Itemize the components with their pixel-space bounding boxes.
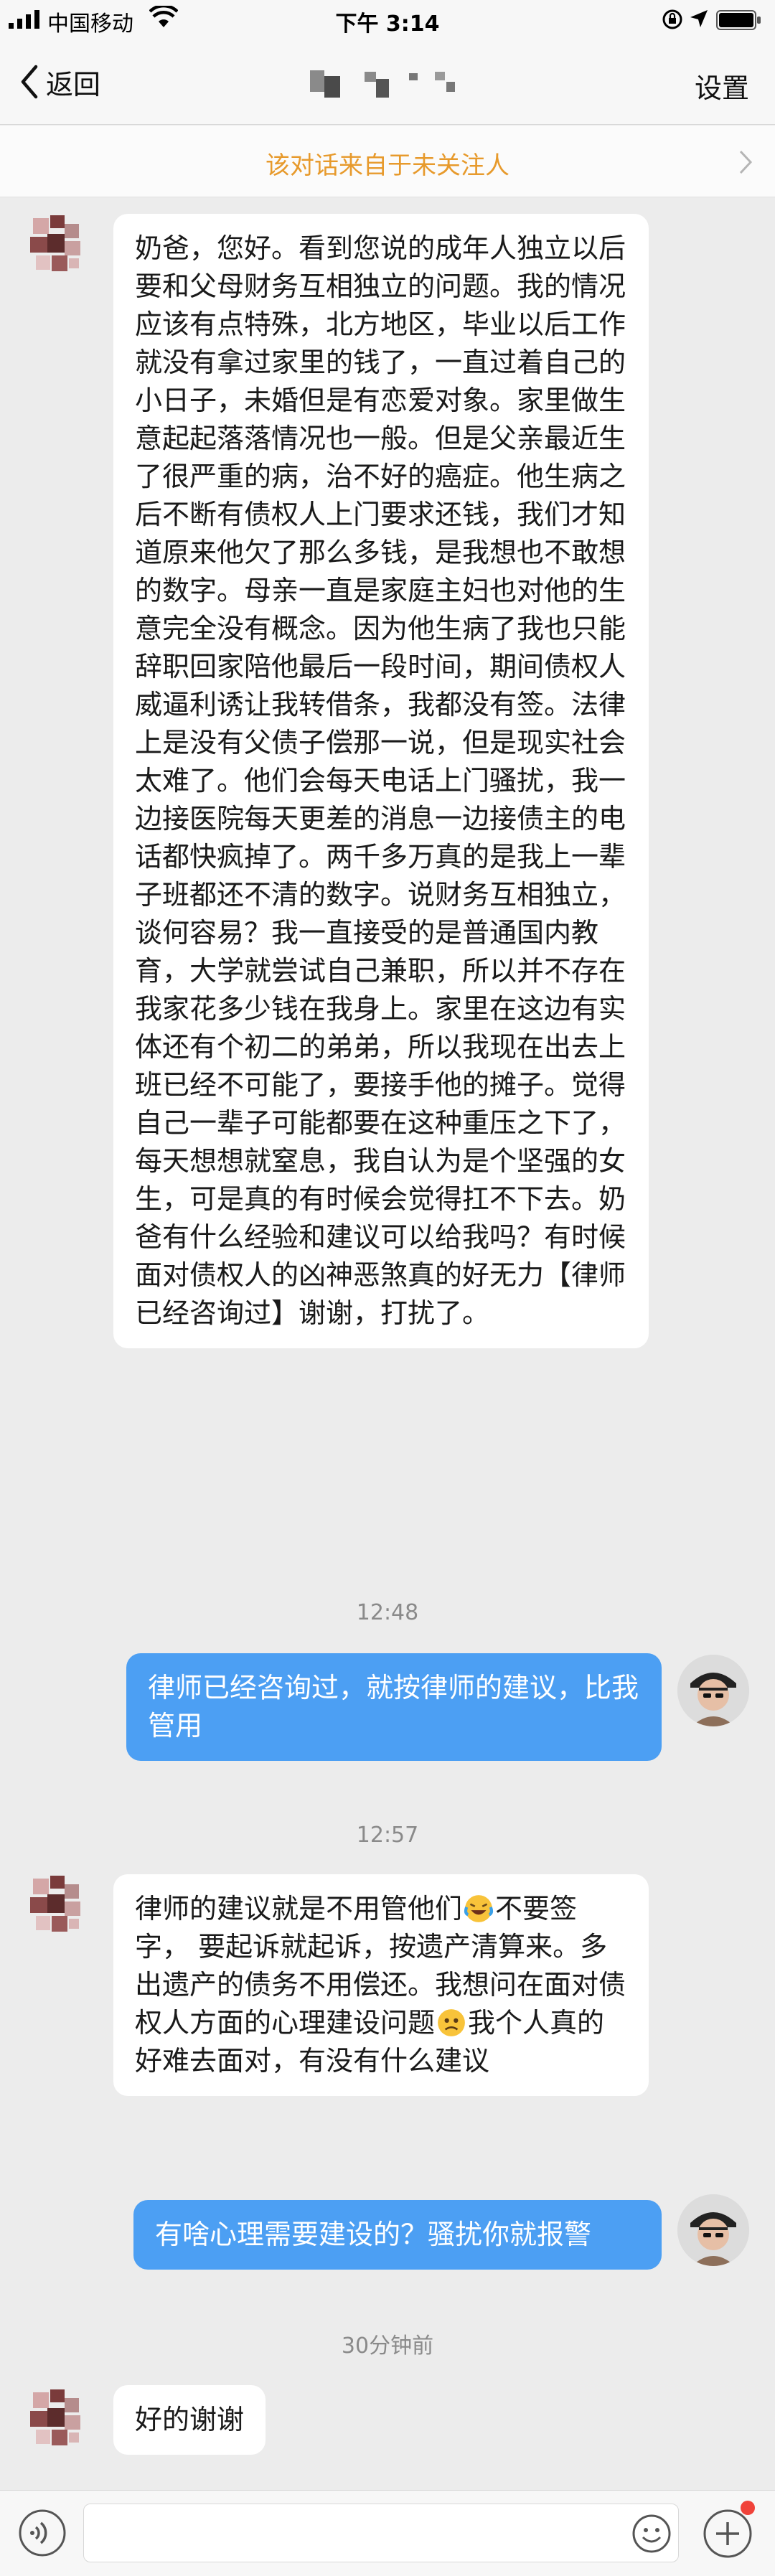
- battery-icon: [716, 10, 761, 30]
- navigation-bar: 返回 设置: [0, 40, 775, 125]
- message-bubble-incoming[interactable]: 好的谢谢: [113, 2385, 266, 2455]
- notice-text: 该对话来自于未关注人: [266, 151, 509, 180]
- message-timestamp: 12:48: [356, 1600, 419, 1625]
- avatar-person-image: [677, 2194, 749, 2266]
- message-bubble-incoming[interactable]: 律师的建议就是不用管他们 不要签字， 要起诉就起诉，按遗产清算来。多出遗产的债务…: [113, 1874, 649, 2096]
- contact-avatar[interactable]: [20, 1868, 92, 1940]
- message-timestamp: 12:57: [356, 1823, 419, 1848]
- own-avatar[interactable]: [677, 2194, 749, 2266]
- notification-dot: [741, 2501, 755, 2515]
- message-bubble-outgoing[interactable]: 律师已经咨询过，就按律师的建议，比我管用: [126, 1653, 662, 1761]
- contact-avatar[interactable]: [20, 2382, 92, 2454]
- rotation-lock-icon: [662, 9, 682, 29]
- back-button[interactable]: 返回: [19, 60, 100, 103]
- own-avatar[interactable]: [677, 1655, 749, 1726]
- contact-avatar[interactable]: [20, 208, 92, 280]
- message-text: 有啥心理需要建设的？骚扰你就报警: [155, 2219, 592, 2250]
- voice-input-icon[interactable]: [17, 2508, 67, 2558]
- contact-name-redacted: [309, 69, 481, 98]
- message-text-part1: 律师的建议就是不用管他们: [135, 1893, 463, 1924]
- message-input-bar: [0, 2490, 775, 2576]
- message-bubble-incoming[interactable]: 奶爸，您好。看到您说的成年人独立以后要和父母财务互相独立的问题。我的情况应该有点…: [113, 214, 649, 1348]
- settings-button[interactable]: 设置: [695, 66, 749, 105]
- avatar-person-image: [677, 1655, 749, 1726]
- clock: 下午 3:14: [335, 11, 440, 37]
- chevron-right-icon: [739, 150, 753, 174]
- stranger-notice-banner[interactable]: 该对话来自于未关注人: [0, 126, 775, 197]
- back-label: 返回: [46, 68, 101, 100]
- location-arrow-icon: [690, 10, 708, 27]
- message-text: 好的谢谢: [135, 2404, 245, 2435]
- more-options-plus-icon[interactable]: [702, 2508, 753, 2559]
- message-bubble-outgoing[interactable]: 有啥心理需要建设的？骚扰你就报警: [133, 2200, 662, 2270]
- message-text: 律师已经咨询过，就按律师的建议，比我管用: [148, 1672, 639, 1741]
- message-timestamp: 30分钟前: [341, 2333, 434, 2359]
- status-bar: 中国移动 下午 3:14: [0, 0, 775, 40]
- worried-face-emoji-icon: [438, 2009, 465, 2036]
- laughing-crying-emoji-icon: [464, 1895, 494, 1922]
- message-text-field[interactable]: [83, 2504, 679, 2562]
- message-text: 奶爸，您好。看到您说的成年人独立以后要和父母财务互相独立的问题。我的情况应该有点…: [135, 232, 626, 1329]
- emoji-picker-icon[interactable]: [631, 2514, 672, 2554]
- chat-screen: 中国移动 下午 3:14 返回 设置 该对话来自于未关注人 奶爸，您好。看到您说…: [0, 0, 775, 2576]
- chevron-left-icon: [21, 65, 38, 99]
